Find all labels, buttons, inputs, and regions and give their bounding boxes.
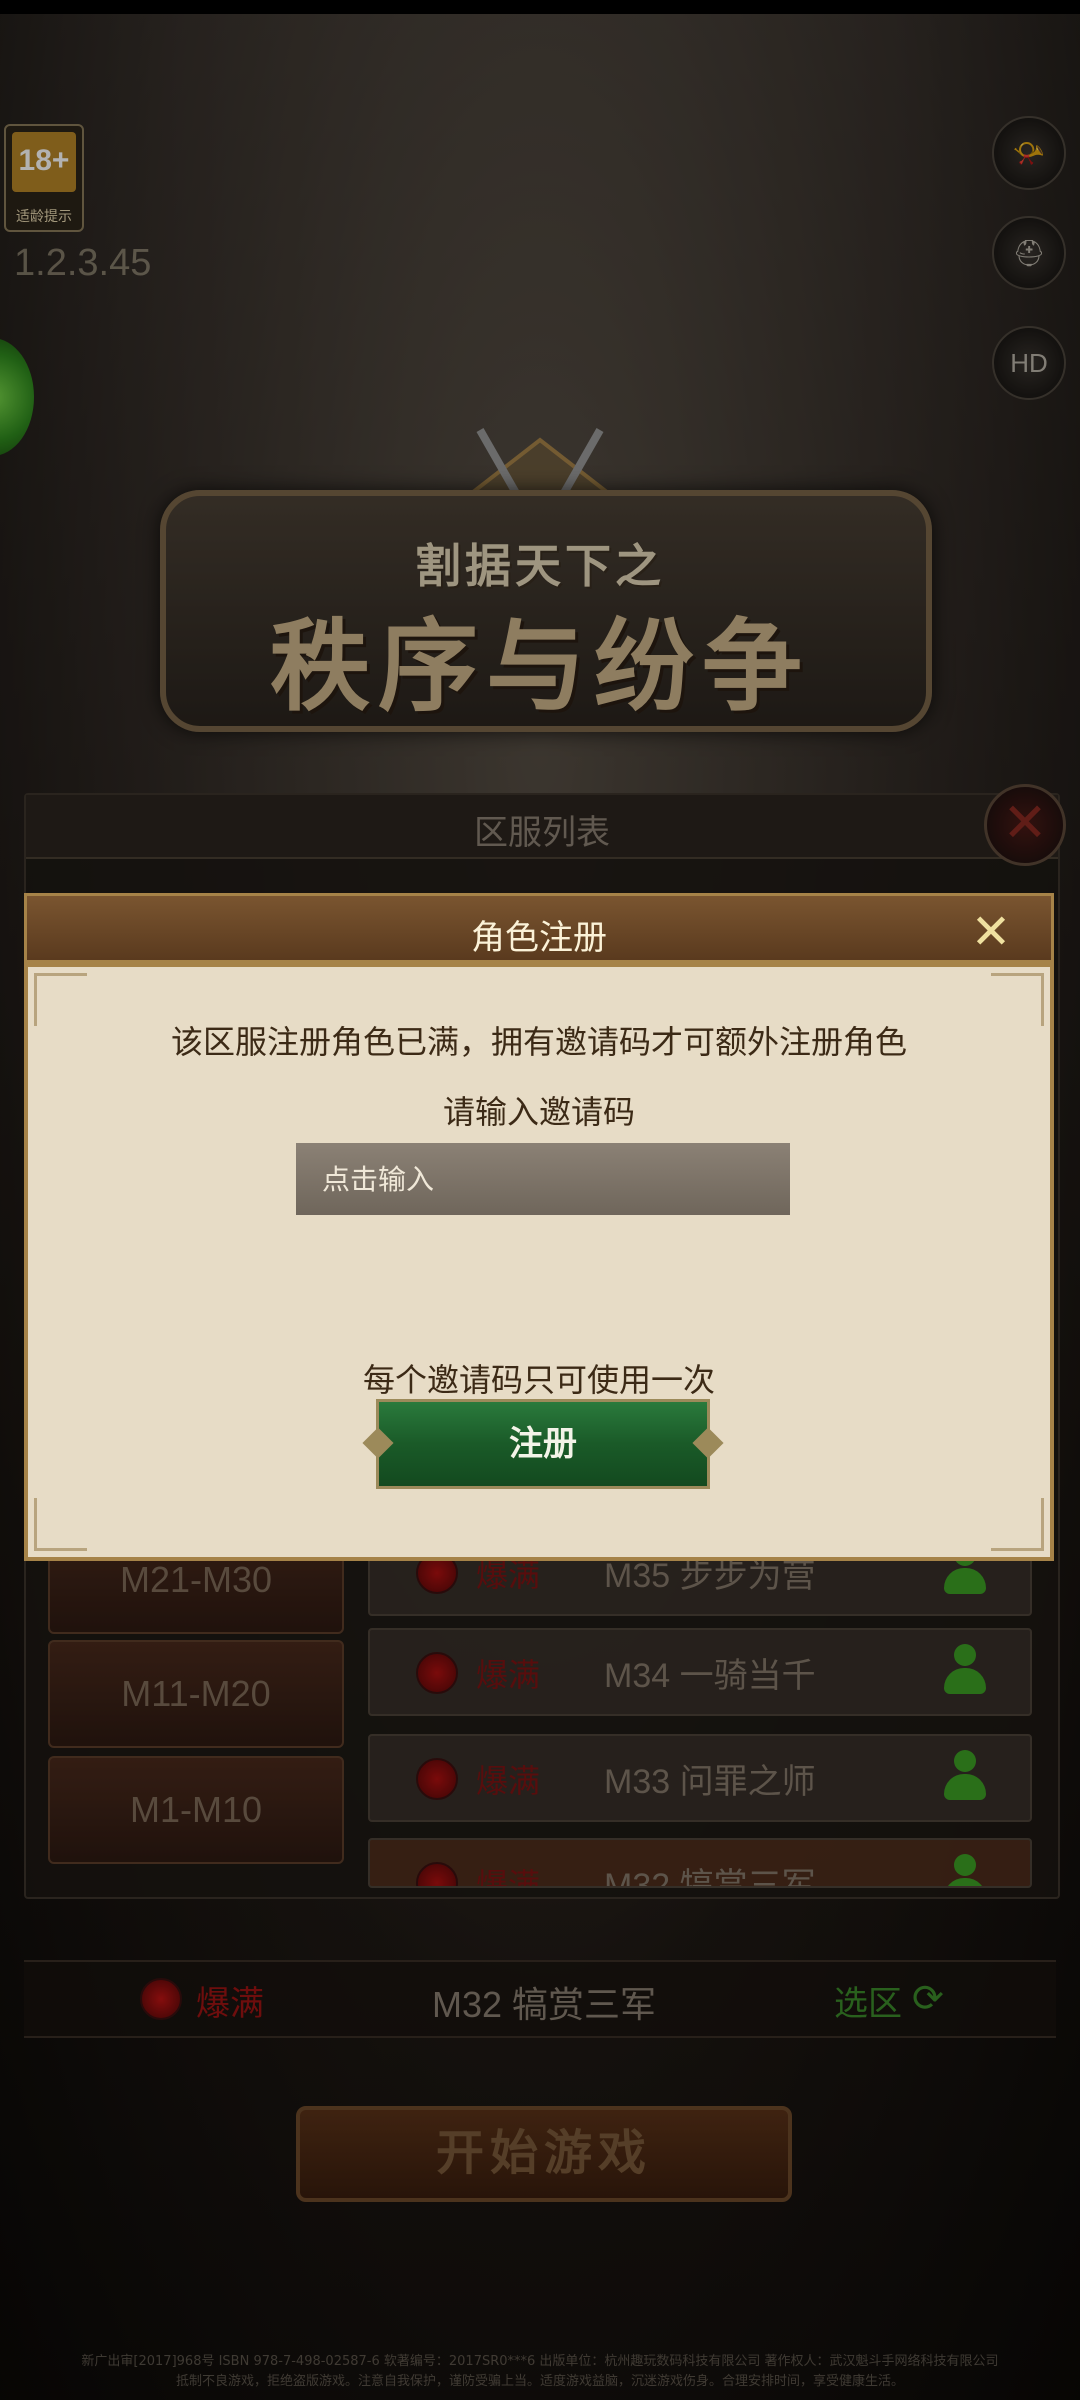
corner-ornament	[991, 1498, 1044, 1551]
button-ornament	[692, 1427, 724, 1459]
register-button-label: 注册	[509, 1424, 577, 1464]
dialog-body: 该区服注册角色已满，拥有邀请码才可额外注册角色 请输入邀请码 每个邀请码只可使用…	[24, 963, 1054, 1561]
invite-code-prompt: 请输入邀请码	[442, 1093, 635, 1131]
register-button[interactable]: 注册	[362, 1399, 724, 1489]
corner-ornament	[34, 1498, 87, 1551]
invite-code-input[interactable]	[296, 1143, 790, 1215]
role-register-dialog: 角色注册 ✕ 该区服注册角色已满，拥有邀请码才可额外注册角色 请输入邀请码 每个…	[24, 893, 1054, 1561]
button-ornament	[362, 1427, 394, 1459]
dialog-header: 角色注册 ✕	[24, 893, 1054, 963]
dialog-title: 角色注册	[471, 918, 607, 958]
dialog-message: 该区服注册角色已满，拥有邀请码才可额外注册角色	[170, 1023, 907, 1061]
invite-code-note: 每个邀请码只可使用一次	[362, 1361, 715, 1399]
close-icon[interactable]: ✕	[963, 904, 1019, 960]
